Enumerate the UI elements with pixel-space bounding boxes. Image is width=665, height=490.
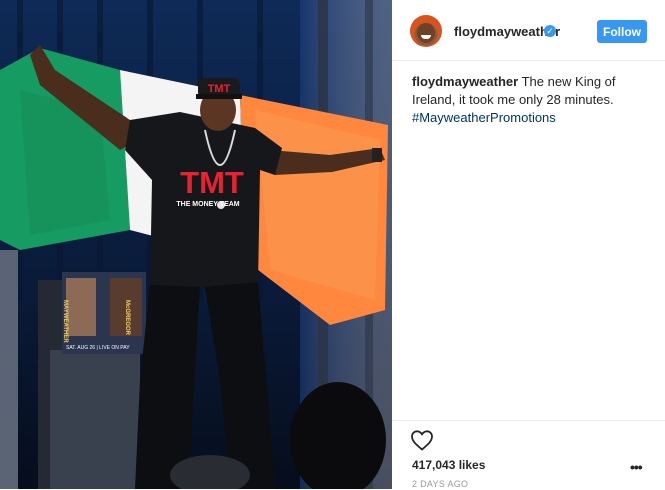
- post-header: floydmayweather ✓ Follow: [392, 0, 665, 61]
- likes-count[interactable]: 417,043 likes: [412, 458, 485, 472]
- cap-logo-text: TMT: [208, 83, 231, 95]
- more-options-icon[interactable]: •••: [630, 459, 643, 475]
- avatar[interactable]: [410, 15, 442, 47]
- post-actions: 417,043 likes 2 DAYS AGO •••: [392, 420, 665, 490]
- podium: MAYWEATHER McGREGOR SAT. AUG 26 | LIVE O…: [38, 272, 146, 489]
- poster-bottom-text: SAT. AUG 26 | LIVE ON PAY: [66, 345, 130, 351]
- caption-username-link[interactable]: floydmayweather: [412, 74, 518, 89]
- poster-right-text: McGREGOR: [124, 300, 130, 336]
- shirt-logo-text: TMT: [180, 165, 244, 200]
- verified-badge-icon: ✓: [544, 25, 556, 37]
- follow-button[interactable]: Follow: [597, 20, 647, 43]
- post-side-panel: floydmayweather ✓ Follow floydmayweather…: [392, 0, 665, 489]
- post-photo[interactable]: MAYWEATHER McGREGOR SAT. AUG 26 | LIVE O…: [0, 0, 392, 489]
- avatar-face: [417, 23, 435, 43]
- photo-illustration: MAYWEATHER McGREGOR SAT. AUG 26 | LIVE O…: [0, 0, 392, 489]
- hashtag-link[interactable]: #MayweatherPromotions: [412, 110, 556, 125]
- instagram-post: MAYWEATHER McGREGOR SAT. AUG 26 | LIVE O…: [0, 0, 665, 489]
- post-timestamp: 2 DAYS AGO: [412, 479, 469, 489]
- poster-left-text: MAYWEATHER: [62, 300, 68, 343]
- post-caption: floydmayweather The new King of Ireland,…: [412, 73, 648, 127]
- heart-icon[interactable]: [410, 429, 434, 451]
- shirt-tagline-text: THE MONEY TEAM: [176, 201, 239, 208]
